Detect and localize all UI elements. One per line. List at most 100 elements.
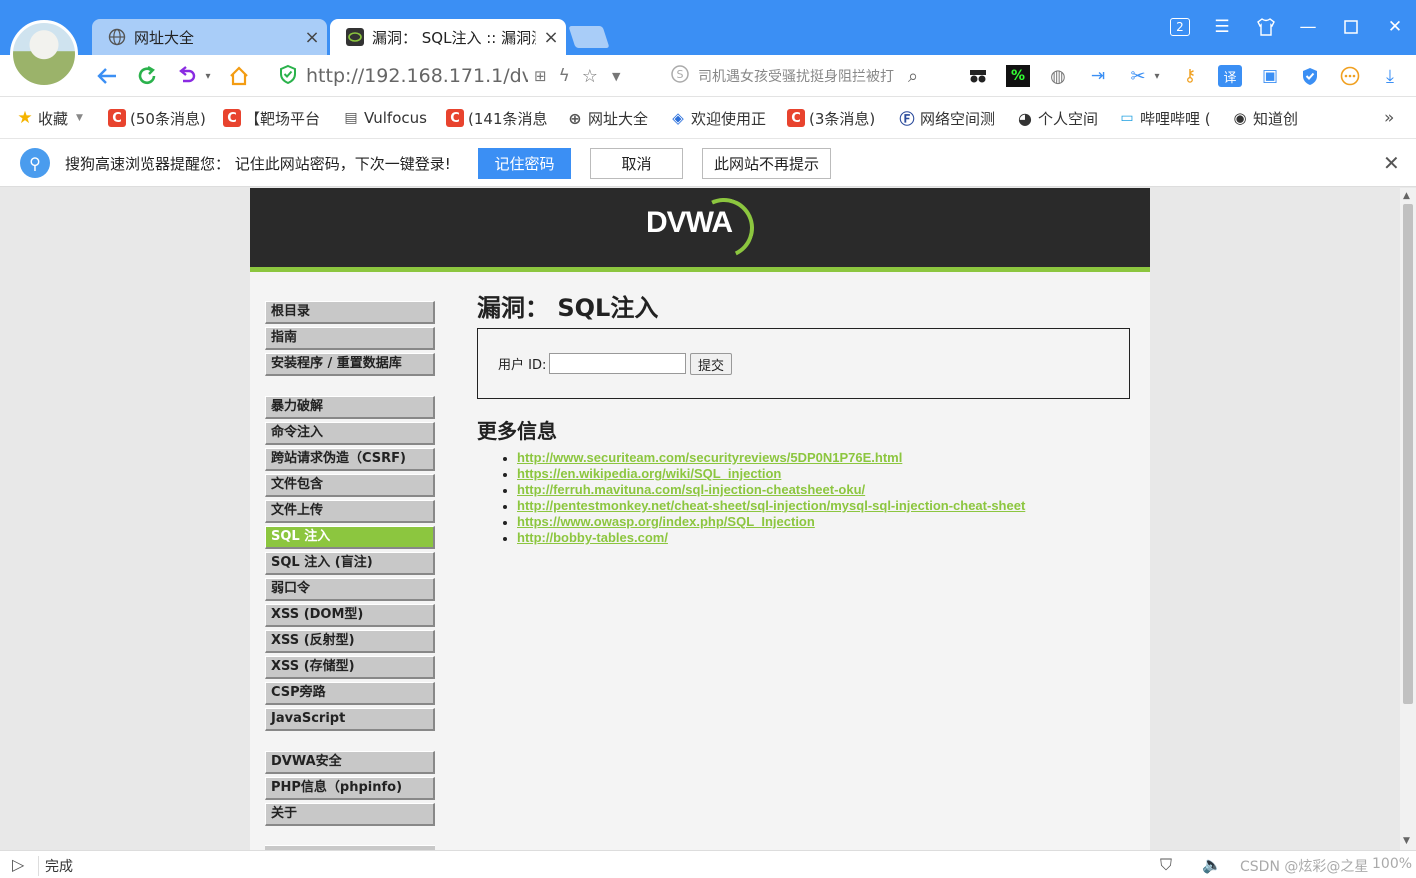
- scrollbar-thumb[interactable]: [1403, 204, 1413, 704]
- sidebar-item-xss-reflected[interactable]: XSS (反射型): [265, 630, 435, 653]
- close-tab-icon[interactable]: ×: [536, 27, 566, 48]
- search-icon[interactable]: ⌕: [908, 66, 918, 87]
- bookmark-item[interactable]: C 【靶场平台: [223, 107, 320, 129]
- status-text: 完成: [38, 856, 73, 876]
- bookmark-item[interactable]: C (3条消息): [787, 107, 875, 129]
- bookmark-item[interactable]: C (50条消息): [108, 107, 206, 129]
- reference-link[interactable]: https://en.wikipedia.org/wiki/SQL_inject…: [517, 466, 781, 481]
- reference-link[interactable]: https://www.owasp.org/index.php/SQL_Inje…: [517, 514, 815, 529]
- svg-text:S: S: [677, 68, 684, 81]
- csdn-icon: C: [108, 109, 126, 127]
- refresh-icon[interactable]: [134, 63, 160, 89]
- window-tool-icon[interactable]: ▣: [1258, 65, 1282, 87]
- user-id-label: 用户 ID:: [498, 358, 547, 373]
- sidebar-item-sql-injection[interactable]: SQL 注入: [265, 526, 435, 549]
- sidebar-item-sql-injection-blind[interactable]: SQL 注入 (盲注): [265, 552, 435, 575]
- sidebar-item-csp-bypass[interactable]: CSP旁路: [265, 682, 435, 705]
- cancel-button[interactable]: 取消: [590, 148, 683, 179]
- translate-icon[interactable]: 译: [1218, 65, 1242, 87]
- qr-code-icon[interactable]: ⊞: [534, 67, 547, 85]
- maximize-icon[interactable]: [1337, 14, 1365, 40]
- percent-tool-icon[interactable]: %: [1006, 65, 1030, 87]
- navigation-bar: ▾ http://192.168.171.1/dvwa/ ⊞ ϟ ☆ ▼ S 司…: [0, 55, 1416, 97]
- bookmark-item[interactable]: ▤ Vulfocus: [342, 107, 427, 129]
- globe-tool-icon[interactable]: ◍: [1046, 65, 1070, 87]
- back-icon[interactable]: [94, 63, 120, 89]
- scissors-icon[interactable]: ✂: [1126, 65, 1150, 87]
- more-options-icon[interactable]: [1338, 65, 1362, 87]
- bookmark-item[interactable]: ◉ 知道创: [1231, 107, 1298, 129]
- volume-icon[interactable]: 🔈: [1202, 855, 1222, 874]
- sidebar-item-file-inclusion[interactable]: 文件包含: [265, 474, 435, 497]
- scissors-dropdown-icon[interactable]: ▾: [1150, 65, 1164, 87]
- page-viewport: DVWA 根目录 指南 安装程序 / 重置数据库 暴力破解 命令注入 跨站请求伪…: [0, 188, 1400, 850]
- reference-link[interactable]: http://pentestmonkey.net/cheat-sheet/sql…: [517, 498, 1025, 513]
- sidebar-item-xss-dom[interactable]: XSS (DOM型): [265, 604, 435, 627]
- close-icon[interactable]: ✕: [1383, 151, 1400, 175]
- reference-link[interactable]: http://www.securiteam.com/securityreview…: [517, 450, 902, 465]
- sidebar-item-command-injection[interactable]: 命令注入: [265, 422, 435, 445]
- sidebar-item-xss-stored[interactable]: XSS (存储型): [265, 656, 435, 679]
- zoom-level[interactable]: 100%: [1372, 856, 1412, 872]
- bookmark-item[interactable]: ◕ 个人空间: [1016, 107, 1098, 129]
- favorite-star-icon[interactable]: ☆: [582, 66, 598, 87]
- sidebar-item-dvwa-security[interactable]: DVWA安全: [265, 751, 435, 774]
- bookmark-item[interactable]: ◈ 欢迎使用正: [669, 107, 766, 129]
- list-item: http://pentestmonkey.net/cheat-sheet/sql…: [517, 498, 1130, 514]
- scroll-up-icon[interactable]: ▲: [1403, 191, 1410, 201]
- user-avatar[interactable]: [10, 20, 78, 88]
- key-bulb-icon: ⚲: [20, 148, 50, 178]
- scroll-down-icon[interactable]: ▼: [1403, 836, 1410, 846]
- bookmark-favorites[interactable]: ★ 收藏 ▼: [16, 107, 83, 129]
- sidebar-item-instructions[interactable]: 指南: [265, 327, 435, 350]
- address-bar[interactable]: http://192.168.171.1/dvwa/ ⊞ ϟ ☆ ▼: [278, 61, 662, 91]
- sidebar-toggle-icon[interactable]: ▷: [12, 855, 24, 874]
- cube-icon: ◈: [672, 109, 684, 127]
- remember-password-button[interactable]: 记住密码: [478, 148, 571, 179]
- download-icon[interactable]: ⤓: [1378, 65, 1402, 87]
- address-dropdown-icon[interactable]: ▼: [612, 70, 620, 83]
- lightning-icon[interactable]: ϟ: [559, 66, 570, 86]
- reference-link[interactable]: http://bobby-tables.com/: [517, 530, 668, 545]
- sidebar-item-brute-force[interactable]: 暴力破解: [265, 396, 435, 419]
- never-for-site-button[interactable]: 此网站不再提示: [702, 148, 831, 179]
- home-icon[interactable]: [226, 63, 252, 89]
- undo-dropdown-icon[interactable]: ▾: [201, 63, 215, 89]
- vertical-scrollbar[interactable]: ▲ ▼: [1400, 188, 1416, 850]
- reference-link[interactable]: http://ferruh.mavituna.com/sql-injection…: [517, 482, 865, 497]
- sidebar-item-about[interactable]: 关于: [265, 803, 435, 826]
- search-input[interactable]: 司机遇女孩受骚扰挺身阻拦被打: [698, 66, 898, 86]
- bookmark-item[interactable]: ▭ 哔哩哔哩 (: [1118, 107, 1210, 129]
- sidebar-item-phpinfo[interactable]: PHP信息（phpinfo): [265, 777, 435, 800]
- bookmark-item[interactable]: ⊕ 网址大全: [566, 107, 648, 129]
- main-content: 漏洞： SQL注入 用户 ID: 提交 更多信息 http://www.secu…: [477, 288, 1130, 546]
- search-box[interactable]: S 司机遇女孩受骚扰挺身阻拦被打 ⌕: [670, 61, 948, 91]
- key-icon[interactable]: ⚷: [1178, 65, 1202, 87]
- sidebar-item-setup[interactable]: 安装程序 / 重置数据库: [265, 353, 435, 376]
- minimize-icon[interactable]: —: [1294, 14, 1322, 40]
- sidebar-item-home[interactable]: 根目录: [265, 301, 435, 324]
- sidebar-item-javascript[interactable]: JavaScript: [265, 708, 435, 731]
- sidebar-item-file-upload[interactable]: 文件上传: [265, 500, 435, 523]
- undo-icon[interactable]: [174, 63, 200, 89]
- menu-icon[interactable]: ☰: [1208, 14, 1236, 40]
- tab-count-button[interactable]: 2: [1166, 14, 1194, 40]
- url-text[interactable]: http://192.168.171.1/dvwa/: [306, 65, 528, 87]
- close-window-icon[interactable]: ✕: [1381, 14, 1409, 40]
- more-bookmarks-icon[interactable]: »: [1384, 107, 1394, 129]
- bookmark-item[interactable]: Ⓕ 网络空间测: [898, 107, 995, 129]
- sidebar-item-csrf[interactable]: 跨站请求伪造（CSRF): [265, 448, 435, 471]
- new-tab-button[interactable]: [568, 26, 610, 48]
- incognito-icon[interactable]: [966, 65, 990, 87]
- shield-check-icon[interactable]: [1298, 65, 1322, 87]
- sidebar-item-weak-session[interactable]: 弱口令: [265, 578, 435, 601]
- sign-in-icon[interactable]: ⇥: [1086, 65, 1110, 87]
- bookmark-item[interactable]: C (141条消息: [446, 107, 547, 129]
- submit-button[interactable]: 提交: [690, 353, 732, 375]
- tab-nav-directory[interactable]: 网址大全 ×: [92, 19, 327, 55]
- security-shield-icon[interactable]: ⛉: [1160, 855, 1172, 875]
- skin-icon[interactable]: [1252, 14, 1280, 40]
- user-id-input[interactable]: [549, 353, 686, 374]
- tab-dvwa-sql-injection[interactable]: 漏洞： SQL注入 :: 漏洞测 ×: [330, 19, 566, 55]
- close-tab-icon[interactable]: ×: [297, 27, 327, 48]
